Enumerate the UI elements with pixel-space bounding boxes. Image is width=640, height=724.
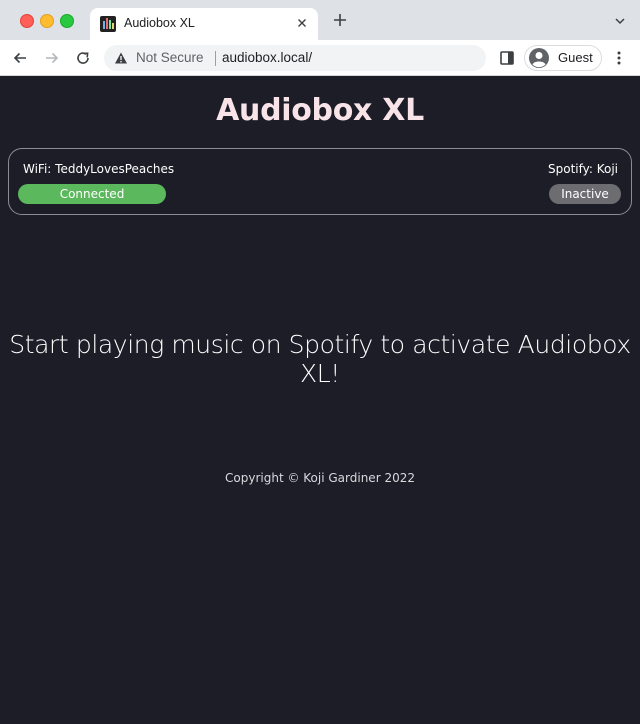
- chevron-down-icon[interactable]: [614, 14, 626, 26]
- zoom-window-button[interactable]: [60, 14, 74, 28]
- spotify-label: Spotify: Koji: [548, 162, 618, 176]
- browser-window: Audiobox XL Not Secure audiobox.local/ G…: [0, 0, 640, 724]
- wifi-label: WiFi: TeddyLovesPeaches: [23, 162, 175, 176]
- address-bar[interactable]: Not Secure audiobox.local/: [104, 45, 486, 71]
- status-panel: WiFi: TeddyLovesPeaches Connected Spotif…: [8, 148, 632, 215]
- omnibox-divider: [215, 51, 216, 66]
- close-window-button[interactable]: [20, 14, 34, 28]
- activation-prompt: Start playing music on Spotify to activa…: [9, 330, 631, 388]
- tab-strip: Audiobox XL: [0, 0, 640, 40]
- warning-triangle-icon[interactable]: [114, 51, 128, 65]
- url-text[interactable]: audiobox.local/: [222, 50, 312, 65]
- plus-icon[interactable]: [330, 10, 350, 30]
- spotify-status-badge: Inactive: [549, 184, 621, 204]
- profile-label: Guest: [558, 50, 593, 65]
- tab-title: Audiobox XL: [124, 16, 195, 30]
- side-panel-icon[interactable]: [500, 51, 514, 65]
- audio-bars-icon: [100, 16, 116, 32]
- guest-avatar-icon: [528, 47, 550, 69]
- wifi-status-badge: Connected: [18, 184, 166, 204]
- profile-button[interactable]: Guest: [524, 45, 602, 71]
- page-content: Audiobox XL WiFi: TeddyLovesPeaches Conn…: [0, 76, 640, 724]
- page-title: Audiobox XL: [216, 93, 424, 128]
- security-status[interactable]: Not Secure: [136, 50, 204, 65]
- browser-toolbar: Not Secure audiobox.local/ Guest: [0, 40, 640, 76]
- close-icon[interactable]: [294, 15, 310, 31]
- copyright-text: Copyright © Koji Gardiner 2022: [225, 471, 415, 485]
- tab-audiobox[interactable]: Audiobox XL: [90, 8, 318, 40]
- forward-arrow-icon[interactable]: [42, 48, 62, 68]
- minimize-window-button[interactable]: [40, 14, 54, 28]
- back-arrow-icon[interactable]: [10, 48, 30, 68]
- reload-icon[interactable]: [73, 48, 93, 68]
- kebab-menu-icon[interactable]: [612, 50, 626, 66]
